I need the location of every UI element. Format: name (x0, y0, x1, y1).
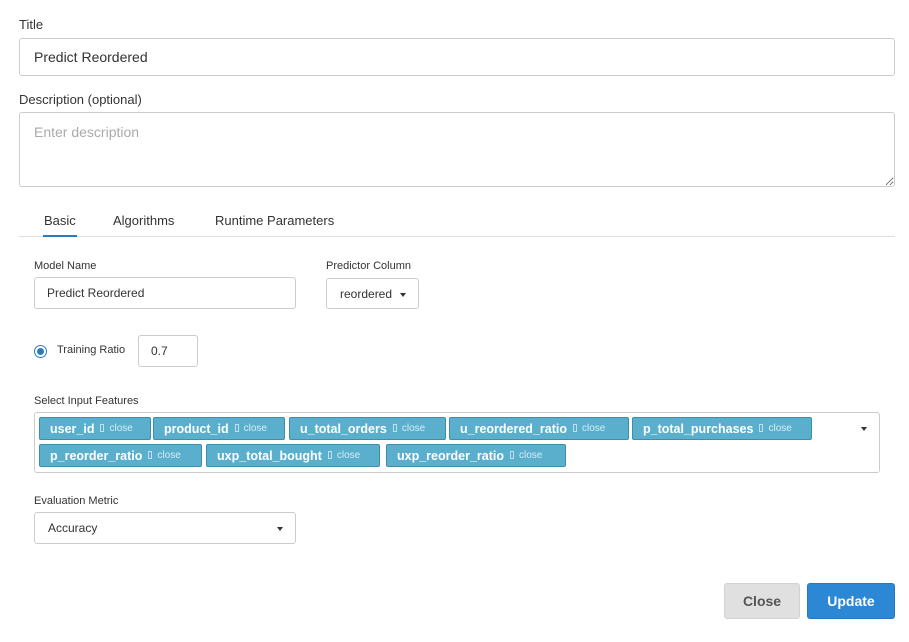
feature-chip-label: u_reordered_ratio (460, 421, 567, 436)
predictor-column-label: Predictor Column (326, 260, 411, 272)
evaluation-metric-label: Evaluation Metric (34, 495, 119, 507)
chip-close-button[interactable]: close (509, 450, 542, 461)
close-icon (234, 424, 239, 432)
feature-chip-label: uxp_total_bought (217, 448, 322, 463)
feature-chip-label: product_id (164, 421, 229, 436)
caret-down-icon (400, 293, 406, 297)
close-icon (148, 451, 153, 459)
training-ratio-radio[interactable] (34, 345, 47, 358)
predictor-column-dropdown[interactable]: reordered (326, 278, 419, 309)
tab-basic[interactable]: Basic (43, 213, 77, 237)
feature-chip-label: p_reorder_ratio (50, 448, 143, 463)
feature-chip: p_reorder_ratio close (39, 444, 202, 467)
description-input[interactable] (19, 112, 895, 187)
chip-close-button[interactable]: close (100, 423, 133, 434)
chip-close-button[interactable]: close (234, 423, 267, 434)
evaluation-metric-dropdown[interactable]: Accuracy (34, 512, 296, 544)
caret-down-icon[interactable] (861, 427, 867, 431)
description-label: Description (optional) (19, 92, 142, 107)
model-name-input[interactable] (34, 277, 296, 309)
feature-chip: u_reordered_ratio close (449, 417, 629, 440)
feature-chip: user_id close (39, 417, 151, 440)
feature-chip: uxp_reorder_ratio close (386, 444, 566, 467)
title-label: Title (19, 17, 44, 32)
chip-close-button[interactable]: close (148, 450, 181, 461)
tab-bar: Basic Algorithms Runtime Parameters (19, 206, 895, 237)
chip-close-button[interactable]: close (392, 423, 425, 434)
feature-chip: p_total_purchases close (632, 417, 812, 440)
training-ratio-label: Training Ratio (57, 344, 126, 356)
feature-chip-label: uxp_reorder_ratio (397, 448, 504, 463)
close-icon (392, 424, 397, 432)
tab-algorithms[interactable]: Algorithms (113, 213, 174, 228)
close-icon (572, 424, 577, 432)
feature-chip: uxp_total_bought close (206, 444, 380, 467)
chip-close-button[interactable]: close (759, 423, 792, 434)
feature-chip: u_total_orders close (289, 417, 446, 440)
feature-chip-label: u_total_orders (300, 421, 387, 436)
input-features-label: Select Input Features (34, 395, 139, 407)
predictor-column-value: reordered (340, 286, 393, 301)
chip-close-button[interactable]: close (572, 423, 605, 434)
caret-down-icon (277, 527, 283, 531)
evaluation-metric-value: Accuracy (48, 521, 98, 535)
close-button[interactable]: Close (724, 583, 800, 619)
close-icon (509, 451, 514, 459)
close-icon (759, 424, 764, 432)
input-features-select[interactable]: user_id close product_id close u_total_o… (34, 412, 880, 473)
feature-chip: product_id close (153, 417, 285, 440)
title-input[interactable] (19, 38, 895, 76)
close-icon (100, 424, 105, 432)
update-button[interactable]: Update (807, 583, 895, 619)
tab-runtime-parameters[interactable]: Runtime Parameters (215, 213, 334, 228)
training-ratio-input[interactable] (138, 335, 198, 367)
feature-chip-label: user_id (50, 421, 95, 436)
close-icon (327, 451, 332, 459)
feature-chip-label: p_total_purchases (643, 421, 754, 436)
chip-close-button[interactable]: close (327, 450, 360, 461)
model-name-label: Model Name (34, 260, 97, 272)
